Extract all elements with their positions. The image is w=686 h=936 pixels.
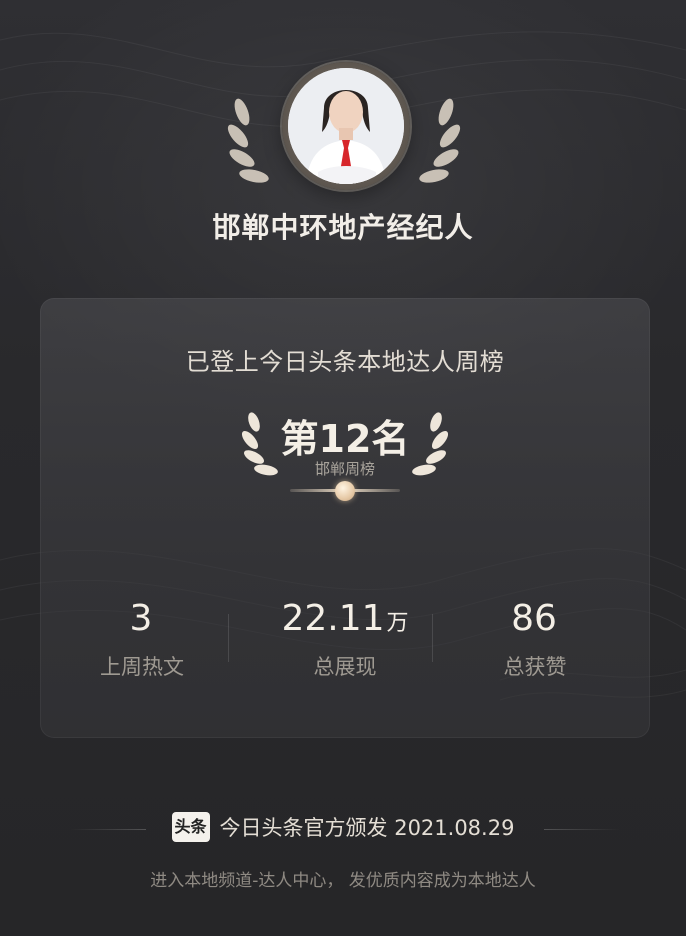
card-title: 已登上今日头条本地达人周榜: [185, 348, 505, 376]
issued-by: 头条 今日头条官方颁发 2021.08.29: [0, 812, 686, 842]
stat-hot-articles: 3 上周热文: [42, 598, 242, 681]
rank-label: 邯郸周榜: [314, 460, 375, 478]
footer-hint: 进入本地频道-达人中心， 发优质内容成为本地达人: [150, 871, 536, 891]
stat-value: 86: [435, 598, 635, 645]
ranking-card: 已登上今日头条本地达人周榜 第12名 邯郸周榜 3 上周热文 22.11万 总展…: [40, 298, 650, 738]
page-title: 邯郸中环地产经纪人: [212, 211, 474, 244]
stat-divider: [432, 614, 433, 662]
rank-ornament: [290, 481, 400, 501]
stat-label: 总展现: [313, 655, 377, 679]
issued-text: 今日头条官方颁发 2021.08.29: [219, 816, 515, 840]
stat-unit: 万: [386, 611, 409, 636]
stat-divider: [228, 614, 229, 662]
stats-row: 3 上周热文 22.11万 总展现 86 总获赞: [40, 598, 650, 681]
stat-number: 22.11: [281, 598, 385, 639]
avatar[interactable]: [288, 68, 404, 184]
stat-label: 上周热文: [100, 655, 184, 679]
laurel-right-icon: [419, 98, 461, 183]
person-portrait-icon: [288, 68, 404, 184]
rank-value: 第12名: [280, 417, 410, 461]
stat-value: 22.11万: [245, 598, 445, 645]
stat-total-impressions: 22.11万 总展现: [245, 598, 445, 681]
avatar-frame: [282, 62, 410, 190]
stat-number: 86: [511, 598, 557, 639]
stat-label: 总获赞: [503, 655, 567, 679]
stat-number: 3: [129, 598, 153, 639]
toutiao-logo-icon: 头条: [171, 812, 210, 842]
stat-total-likes: 86 总获赞: [435, 598, 635, 681]
rank-ornament-dot: [335, 481, 355, 501]
stat-value: 3: [42, 598, 242, 645]
laurel-left-icon: [227, 98, 269, 183]
